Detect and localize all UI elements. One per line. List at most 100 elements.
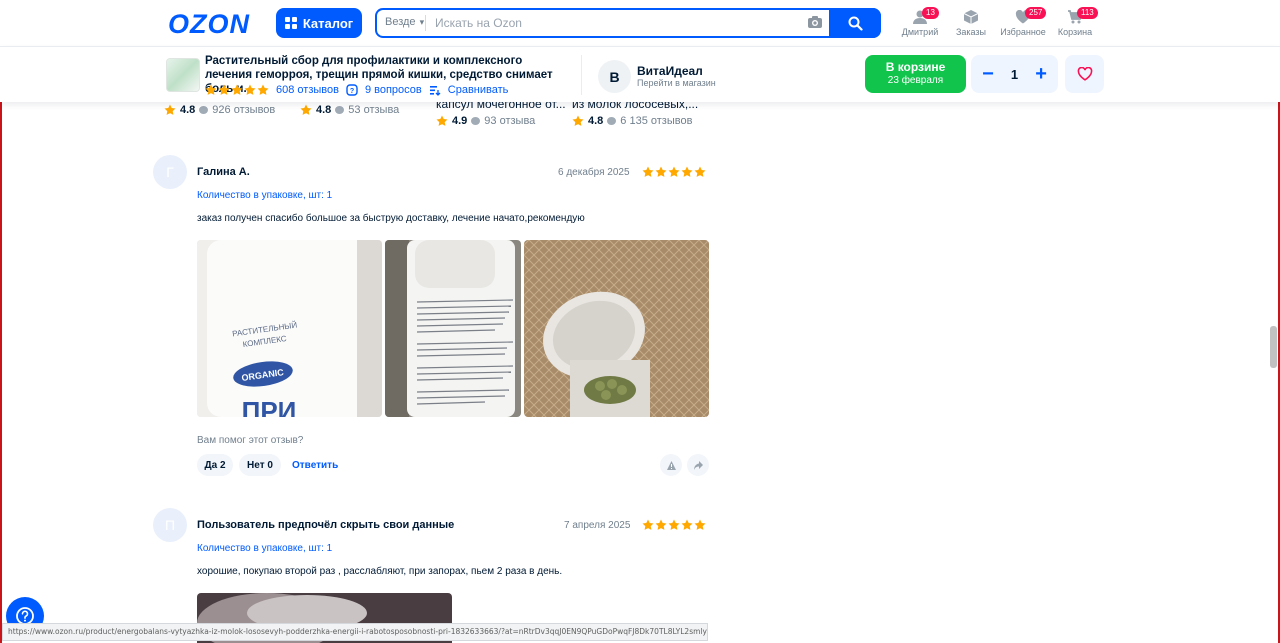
related-rating: 4.8 <box>588 115 604 127</box>
in-cart-label: В корзине <box>885 60 946 74</box>
star-icon <box>668 166 680 177</box>
reply-link[interactable]: Ответить <box>292 460 338 471</box>
photo-jar-label <box>385 240 521 417</box>
comment-icon <box>607 117 617 125</box>
star-icon <box>164 104 176 115</box>
product-thumbnail[interactable] <box>166 58 200 92</box>
reviews-link[interactable]: 608 отзывов <box>276 84 339 96</box>
review-stars <box>642 519 706 531</box>
reviewer-avatar: П <box>153 508 187 542</box>
star-icon <box>655 519 667 530</box>
sticky-product-bar: Растительный сбор для профилактики и ком… <box>0 46 1280 102</box>
nav-orders[interactable]: Заказы <box>941 10 1001 37</box>
related-reviews: 926 отзывов <box>212 104 276 116</box>
go-to-shop-link[interactable]: Перейти в магазин <box>637 78 716 88</box>
reviewer-avatar: Г <box>153 155 187 189</box>
compare-icon <box>429 86 441 96</box>
star-icon <box>244 84 256 95</box>
star-icon <box>681 166 693 177</box>
helpful-yes-button[interactable]: Да 2 <box>197 454 233 476</box>
nav-favorites[interactable]: 257 Избранное <box>993 7 1053 37</box>
photo-jar-front: РАСТИТЕЛЬНЫЙ КОМПЛЕКС ORGANIC ПРИ <box>197 240 382 417</box>
reviewer-name: Галина А. <box>197 166 250 178</box>
star-icon <box>642 519 654 530</box>
star-icon <box>668 519 680 530</box>
search-divider <box>425 15 426 31</box>
delivery-date: 23 февраля <box>887 75 944 86</box>
search-icon <box>848 16 863 31</box>
related-rating: 4.8 <box>316 104 332 116</box>
page-scrollbar[interactable] <box>1270 326 1277 368</box>
warning-icon <box>666 460 676 470</box>
review-photo-2[interactable] <box>385 240 521 417</box>
review-attribute: Количество в упаковке, шт: 1 <box>197 190 333 201</box>
related-product-1[interactable]: 4.8 926 отзывов <box>164 100 275 116</box>
review-stars <box>642 166 706 178</box>
star-icon <box>655 166 667 177</box>
camera-icon[interactable] <box>807 15 823 29</box>
star-icon <box>218 84 230 95</box>
decrease-button[interactable]: − <box>977 64 999 84</box>
nav-profile-label: Дмитрий <box>901 27 939 37</box>
review-photo-1[interactable]: РАСТИТЕЛЬНЫЙ КОМПЛЕКС ORGANIC ПРИ <box>197 240 382 417</box>
review-photo-3[interactable] <box>524 240 709 417</box>
catalog-button[interactable]: Каталог <box>276 8 362 38</box>
question-icon: ? <box>346 84 358 96</box>
review-text: хорошие, покупаю второй раз , расслабляю… <box>197 566 563 577</box>
related-product-2[interactable]: 4.8 53 отзыва <box>300 100 399 116</box>
ozon-logo[interactable]: OZON <box>168 9 250 40</box>
shop-name[interactable]: ВитаИдеал <box>637 64 703 78</box>
star-icon <box>642 166 654 177</box>
heart-outline-icon <box>1077 67 1092 81</box>
catalog-button-label: Каталог <box>302 15 354 31</box>
search-scope-select[interactable]: Везде <box>385 16 424 28</box>
photo-big-text: ПРИ <box>242 396 297 417</box>
site-header: OZON Каталог Везде Искать на Ozon 13 Дми… <box>0 0 1280 46</box>
review-date: 7 апреля 2025 <box>564 520 631 531</box>
related-rating: 4.9 <box>452 115 468 127</box>
star-icon <box>694 166 706 177</box>
product-meta: 608 отзывов ? 9 вопросов Сравнивать <box>205 84 508 96</box>
increase-button[interactable]: + <box>1030 64 1052 84</box>
helpful-question: Вам помог этот отзыв? <box>197 435 304 446</box>
comment-icon <box>199 106 209 114</box>
search-submit-button[interactable] <box>829 8 881 38</box>
photo-open-jar <box>524 240 709 417</box>
related-reviews: 53 отзыва <box>348 104 400 116</box>
cart-badge: 113 <box>1077 7 1098 19</box>
questions-link[interactable]: 9 вопросов <box>365 84 422 96</box>
related-reviews: 6 135 отзывов <box>620 115 693 127</box>
shop-avatar[interactable]: В <box>598 60 631 93</box>
star-icon <box>681 519 693 530</box>
nav-cart[interactable]: 113 Корзина <box>1045 7 1105 37</box>
grid-icon <box>284 17 297 29</box>
share-icon <box>693 460 703 470</box>
search-bar: Везде Искать на Ozon <box>375 8 881 38</box>
review-date: 6 декабря 2025 <box>558 167 630 178</box>
nav-orders-label: Заказы <box>955 27 987 37</box>
svg-text:?: ? <box>350 88 354 95</box>
box-icon <box>963 10 979 24</box>
nav-favorites-label: Избранное <box>1000 27 1046 37</box>
share-button[interactable] <box>687 454 709 476</box>
star-icon <box>231 84 243 95</box>
favorite-button[interactable] <box>1065 55 1104 93</box>
related-rating: 4.8 <box>180 104 196 116</box>
browser-status-url: https://www.ozon.ru/product/energobalans… <box>2 623 708 641</box>
product-bar-divider <box>581 55 582 95</box>
quantity-value: 1 <box>1010 66 1019 82</box>
helpful-no-button[interactable]: Нет 0 <box>239 454 281 476</box>
profile-badge: 13 <box>922 7 939 19</box>
star-icon <box>257 84 269 95</box>
review-text: заказ получен спасибо большое за быструю… <box>197 213 585 224</box>
product-rating-stars[interactable] <box>205 84 269 96</box>
star-icon <box>694 519 706 530</box>
in-cart-button[interactable]: В корзине 23 февраля <box>865 55 966 93</box>
report-button[interactable] <box>660 454 682 476</box>
search-input[interactable]: Искать на Ozon <box>435 16 522 30</box>
related-reviews: 93 отзыва <box>484 115 536 127</box>
nav-cart-label: Корзина <box>1057 27 1093 37</box>
comment-icon <box>471 117 481 125</box>
compare-link[interactable]: Сравнивать <box>448 84 509 96</box>
star-icon <box>572 115 584 126</box>
